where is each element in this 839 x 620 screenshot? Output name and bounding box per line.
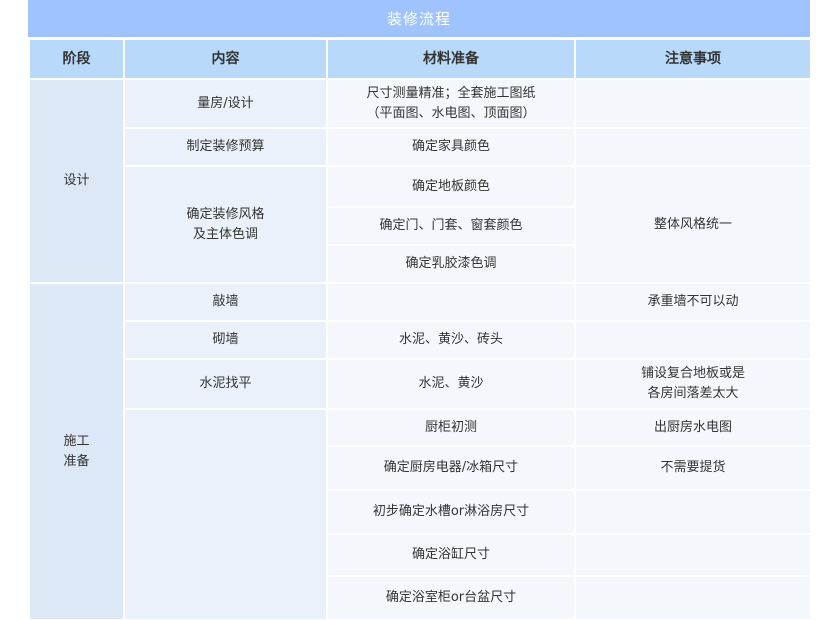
header-materials: 材料准备 — [326, 38, 576, 80]
material-cell: 确定浴缸尺寸 — [326, 533, 576, 577]
material-cell: 确定地板颜色 — [326, 165, 576, 208]
table-row: 制定装修预算 确定家具颜色 — [29, 127, 810, 167]
note-cell: 不需要提货 — [574, 445, 810, 491]
material-cell: 初步确定水槽or淋浴房尺寸 — [326, 489, 576, 535]
note-cell — [574, 533, 810, 577]
content-cell — [123, 408, 328, 620]
content-cell: 确定装修风格 及主体色调 — [123, 165, 328, 284]
material-cell: 水泥、黄沙、砖头 — [326, 320, 576, 360]
table-row: 确定装修风格 及主体色调 确定地板颜色 整体风格统一 — [29, 165, 810, 284]
note-cell — [574, 575, 810, 620]
table-row: 水泥找平 水泥、黄沙 铺设复合地板或是 各房间落差太大 — [29, 358, 810, 410]
renovation-process-table: 阶段 内容 材料准备 注意事项 设计 量房/设计 尺寸测量精准；全套施工图纸 （… — [28, 38, 810, 620]
material-cell: 尺寸测量精准；全套施工图纸 （平面图、水电图、顶面图） — [326, 78, 576, 129]
stage-cell-construction: 施工 准备 — [28, 282, 125, 620]
material-cell: 厨柜初测 — [326, 408, 576, 447]
note-cell — [574, 320, 810, 360]
stage-cell-design: 设计 — [28, 78, 125, 284]
material-cell: 确定厨房电器/冰箱尺寸 — [326, 445, 576, 491]
renovation-table-container: 装修流程 阶段 内容 材料准备 注意事项 设计 量房/设计 尺寸测量精准；全套施… — [28, 0, 810, 620]
material-cell: 确定乳胶漆色调 — [326, 244, 576, 284]
note-cell — [574, 78, 810, 129]
header-notes: 注意事项 — [574, 38, 810, 80]
note-cell — [574, 127, 810, 167]
table-row: 施工 准备 敲墙 承重墙不可以动 — [28, 282, 810, 620]
note-cell: 整体风格统一 — [574, 165, 810, 284]
table-title: 装修流程 — [28, 0, 810, 37]
note-cell — [574, 489, 810, 535]
note-cell: 铺设复合地板或是 各房间落差太大 — [574, 358, 810, 410]
content-cell: 量房/设计 — [123, 78, 328, 129]
table-row: 砌墙 水泥、黄沙、砖头 — [29, 320, 810, 360]
table-row: 厨柜初测 出厨房水电图 — [29, 408, 810, 620]
content-cell: 敲墙 — [123, 282, 328, 322]
material-cell: 确定门、门套、窗套颜色 — [326, 206, 576, 246]
material-cell: 确定家具颜色 — [326, 127, 576, 167]
header-row: 阶段 内容 材料准备 注意事项 — [28, 38, 810, 80]
material-cell: 水泥、黄沙 — [326, 358, 576, 410]
content-cell: 制定装修预算 — [123, 127, 328, 167]
material-cell: 确定浴室柜or台盆尺寸 — [326, 575, 576, 620]
note-cell: 出厨房水电图 — [574, 408, 810, 447]
header-stage: 阶段 — [28, 38, 125, 80]
header-content: 内容 — [123, 38, 328, 80]
material-cell — [326, 282, 576, 322]
content-cell: 水泥找平 — [123, 358, 328, 410]
note-cell: 承重墙不可以动 — [574, 282, 810, 322]
content-cell: 砌墙 — [123, 320, 328, 360]
table-row: 设计 量房/设计 尺寸测量精准；全套施工图纸 （平面图、水电图、顶面图） — [28, 78, 810, 284]
